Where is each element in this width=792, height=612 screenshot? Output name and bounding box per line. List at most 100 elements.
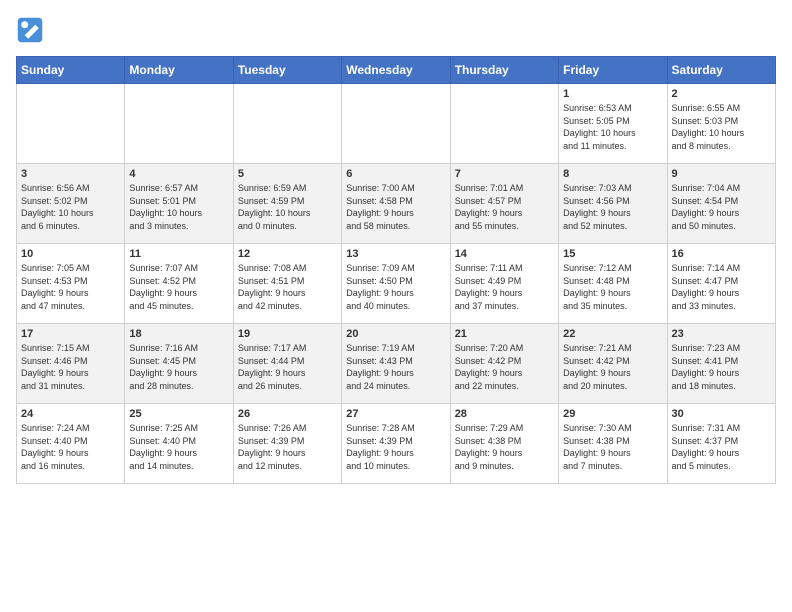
day-number: 19 [238,328,337,340]
day-info: Sunrise: 6:57 AM Sunset: 5:01 PM Dayligh… [129,182,228,232]
calendar-cell [342,84,450,164]
day-header-friday: Friday [559,57,667,84]
calendar-cell: 5 Sunrise: 6:59 AM Sunset: 4:59 PM Daylig… [233,164,341,244]
day-number: 26 [238,408,337,420]
day-number: 17 [21,328,120,340]
day-info: Sunrise: 7:14 AM Sunset: 4:47 PM Dayligh… [672,262,771,312]
day-number: 7 [455,168,554,180]
day-info: Sunrise: 7:11 AM Sunset: 4:49 PM Dayligh… [455,262,554,312]
day-number: 5 [238,168,337,180]
day-info: Sunrise: 7:07 AM Sunset: 4:52 PM Dayligh… [129,262,228,312]
logo [16,16,48,44]
day-info: Sunrise: 7:17 AM Sunset: 4:44 PM Dayligh… [238,342,337,392]
day-number: 8 [563,168,662,180]
day-number: 28 [455,408,554,420]
day-info: Sunrise: 7:03 AM Sunset: 4:56 PM Dayligh… [563,182,662,232]
calendar-cell [450,84,558,164]
day-number: 23 [672,328,771,340]
calendar-cell: 19 Sunrise: 7:17 AM Sunset: 4:44 PM Dayli… [233,324,341,404]
calendar-cell: 29Sunrise: 7:30 AM Sunset: 4:38 PM Dayli… [559,404,667,484]
week-row-2: 3Sunrise: 6:56 AM Sunset: 5:02 PM Daylig… [17,164,776,244]
day-number: 14 [455,248,554,260]
week-row-3: 10 Sunrise: 7:05 AM Sunset: 4:53 PM Dayli… [17,244,776,324]
day-info: Sunrise: 7:15 AM Sunset: 4:46 PM Dayligh… [21,342,120,392]
calendar-cell: 26 Sunrise: 7:26 AM Sunset: 4:39 PM Dayli… [233,404,341,484]
day-info: Sunrise: 6:59 AM Sunset: 4:59 PM Dayligh… [238,182,337,232]
calendar-cell: 17 Sunrise: 7:15 AM Sunset: 4:46 PM Dayli… [17,324,125,404]
calendar-cell: 21 Sunrise: 7:20 AM Sunset: 4:42 PM Dayli… [450,324,558,404]
calendar-cell: 24 Sunrise: 7:24 AM Sunset: 4:40 PM Dayli… [17,404,125,484]
day-number: 11 [129,248,228,260]
page-header [16,16,776,44]
day-info: Sunrise: 7:01 AM Sunset: 4:57 PM Dayligh… [455,182,554,232]
calendar-cell: 7 Sunrise: 7:01 AM Sunset: 4:57 PM Daylig… [450,164,558,244]
day-number: 9 [672,168,771,180]
day-info: Sunrise: 7:12 AM Sunset: 4:48 PM Dayligh… [563,262,662,312]
day-info: Sunrise: 7:16 AM Sunset: 4:45 PM Dayligh… [129,342,228,392]
calendar-cell: 14 Sunrise: 7:11 AM Sunset: 4:49 PM Dayli… [450,244,558,324]
day-number: 27 [346,408,445,420]
calendar-cell [233,84,341,164]
day-number: 6 [346,168,445,180]
day-number: 1 [563,88,662,100]
calendar-cell: 10 Sunrise: 7:05 AM Sunset: 4:53 PM Dayli… [17,244,125,324]
calendar-cell: 1 Sunrise: 6:53 AM Sunset: 5:05 PM Daylig… [559,84,667,164]
day-header-monday: Monday [125,57,233,84]
calendar-cell: 11 Sunrise: 7:07 AM Sunset: 4:52 PM Dayli… [125,244,233,324]
calendar-cell: 15 Sunrise: 7:12 AM Sunset: 4:48 PM Dayli… [559,244,667,324]
calendar-cell: 18 Sunrise: 7:16 AM Sunset: 4:45 PM Dayli… [125,324,233,404]
day-number: 15 [563,248,662,260]
day-number: 20 [346,328,445,340]
day-headers-row: SundayMondayTuesdayWednesdayThursdayFrid… [17,57,776,84]
day-info: Sunrise: 7:19 AM Sunset: 4:43 PM Dayligh… [346,342,445,392]
day-number: 22 [563,328,662,340]
day-info: Sunrise: 6:56 AM Sunset: 5:02 PM Dayligh… [21,182,120,232]
calendar-cell: 27 Sunrise: 7:28 AM Sunset: 4:39 PM Dayli… [342,404,450,484]
calendar-cell: 9 Sunrise: 7:04 AM Sunset: 4:54 PM Daylig… [667,164,775,244]
day-number: 13 [346,248,445,260]
day-number: 16 [672,248,771,260]
day-info: Sunrise: 7:25 AM Sunset: 4:40 PM Dayligh… [129,422,228,472]
day-number: 21 [455,328,554,340]
calendar-cell: 20 Sunrise: 7:19 AM Sunset: 4:43 PM Dayli… [342,324,450,404]
day-info: Sunrise: 7:31 AM Sunset: 4:37 PM Dayligh… [672,422,771,472]
day-number: 12 [238,248,337,260]
day-info: Sunrise: 6:55 AM Sunset: 5:03 PM Dayligh… [672,102,771,152]
day-info: Sunrise: 7:05 AM Sunset: 4:53 PM Dayligh… [21,262,120,312]
day-info: Sunrise: 7:23 AM Sunset: 4:41 PM Dayligh… [672,342,771,392]
calendar-cell: 25 Sunrise: 7:25 AM Sunset: 4:40 PM Dayli… [125,404,233,484]
day-number: 10 [21,248,120,260]
day-header-saturday: Saturday [667,57,775,84]
day-info: Sunrise: 7:21 AM Sunset: 4:42 PM Dayligh… [563,342,662,392]
day-number: 18 [129,328,228,340]
day-number: 2 [672,88,771,100]
calendar-cell: 28 Sunrise: 7:29 AM Sunset: 4:38 PM Dayli… [450,404,558,484]
day-info: Sunrise: 7:08 AM Sunset: 4:51 PM Dayligh… [238,262,337,312]
day-info: Sunrise: 7:09 AM Sunset: 4:50 PM Dayligh… [346,262,445,312]
day-info: Sunrise: 7:04 AM Sunset: 4:54 PM Dayligh… [672,182,771,232]
day-info: Sunrise: 7:00 AM Sunset: 4:58 PM Dayligh… [346,182,445,232]
day-info: Sunrise: 7:20 AM Sunset: 4:42 PM Dayligh… [455,342,554,392]
day-info: Sunrise: 7:24 AM Sunset: 4:40 PM Dayligh… [21,422,120,472]
calendar-cell [17,84,125,164]
calendar-cell: 4 Sunrise: 6:57 AM Sunset: 5:01 PM Daylig… [125,164,233,244]
calendar-cell: 23 Sunrise: 7:23 AM Sunset: 4:41 PM Dayli… [667,324,775,404]
day-info: Sunrise: 7:26 AM Sunset: 4:39 PM Dayligh… [238,422,337,472]
day-header-tuesday: Tuesday [233,57,341,84]
day-info: Sunrise: 6:53 AM Sunset: 5:05 PM Dayligh… [563,102,662,152]
calendar-cell: 6 Sunrise: 7:00 AM Sunset: 4:58 PM Daylig… [342,164,450,244]
day-info: Sunrise: 7:28 AM Sunset: 4:39 PM Dayligh… [346,422,445,472]
calendar-cell: 12 Sunrise: 7:08 AM Sunset: 4:51 PM Dayli… [233,244,341,324]
logo-icon [16,16,44,44]
day-header-wednesday: Wednesday [342,57,450,84]
day-number: 30 [672,408,771,420]
calendar-cell: 30 Sunrise: 7:31 AM Sunset: 4:37 PM Dayli… [667,404,775,484]
day-number: 25 [129,408,228,420]
day-number: 4 [129,168,228,180]
day-info: Sunrise: 7:29 AM Sunset: 4:38 PM Dayligh… [455,422,554,472]
day-number: 29 [563,408,662,420]
day-header-thursday: Thursday [450,57,558,84]
day-header-sunday: Sunday [17,57,125,84]
calendar-cell [125,84,233,164]
day-number: 24 [21,408,120,420]
